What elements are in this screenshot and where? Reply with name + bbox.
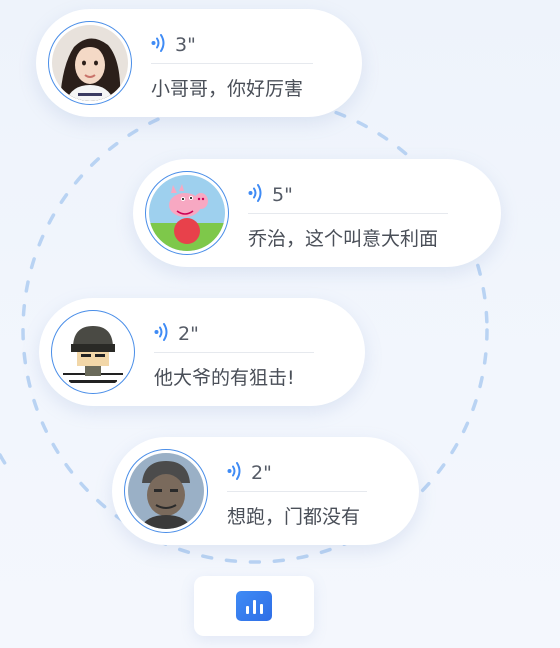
- voice-message-bubble-2[interactable]: 5" 乔治，这个叫意大利面: [133, 159, 501, 267]
- message-duration: 2": [251, 462, 272, 484]
- avatar-frame: [145, 171, 229, 255]
- sound-wave-icon: [227, 461, 243, 485]
- message-meta: 3" 小哥哥，你好厉害: [151, 31, 313, 101]
- message-text: 他大爷的有狙击!: [154, 367, 295, 389]
- duration-row: 5": [248, 181, 448, 209]
- message-meta: 5" 乔治，这个叫意大利面: [248, 181, 448, 251]
- message-duration: 3": [175, 34, 196, 56]
- message-text: 小哥哥，你好厉害: [151, 78, 304, 100]
- avatar-frame: [124, 449, 208, 533]
- helmet-meme-avatar: [55, 314, 131, 390]
- sound-wave-icon: [248, 183, 264, 207]
- sound-wave-icon: [154, 322, 170, 346]
- avatar-frame: [51, 310, 135, 394]
- message-duration: 5": [272, 184, 293, 206]
- message-duration: 2": [178, 323, 199, 345]
- divider: [151, 63, 313, 64]
- peppa-pig-avatar: [149, 175, 225, 251]
- duration-row: 3": [151, 31, 313, 59]
- message-meta: 2" 他大爷的有狙击!: [154, 320, 314, 390]
- divider: [154, 352, 314, 353]
- message-meta: 2" 想跑，门都没有: [227, 459, 367, 529]
- old-man-avatar: [128, 453, 204, 529]
- divider: [227, 491, 367, 492]
- duration-row: 2": [154, 320, 314, 348]
- divider: [248, 213, 448, 214]
- duration-row: 2": [227, 459, 367, 487]
- record-button-card[interactable]: [194, 576, 314, 636]
- voice-message-bubble-4[interactable]: 2" 想跑，门都没有: [112, 437, 419, 545]
- message-text: 乔治，这个叫意大利面: [248, 228, 439, 250]
- voice-message-bubble-3[interactable]: 2" 他大爷的有狙击!: [39, 298, 365, 406]
- girl-avatar: [52, 25, 128, 101]
- message-text: 想跑，门都没有: [227, 506, 361, 528]
- voice-message-bubble-1[interactable]: 3" 小哥哥，你好厉害: [36, 9, 362, 117]
- avatar-frame: [48, 21, 132, 105]
- audio-bars-icon[interactable]: [236, 591, 272, 621]
- sound-wave-icon: [151, 33, 167, 57]
